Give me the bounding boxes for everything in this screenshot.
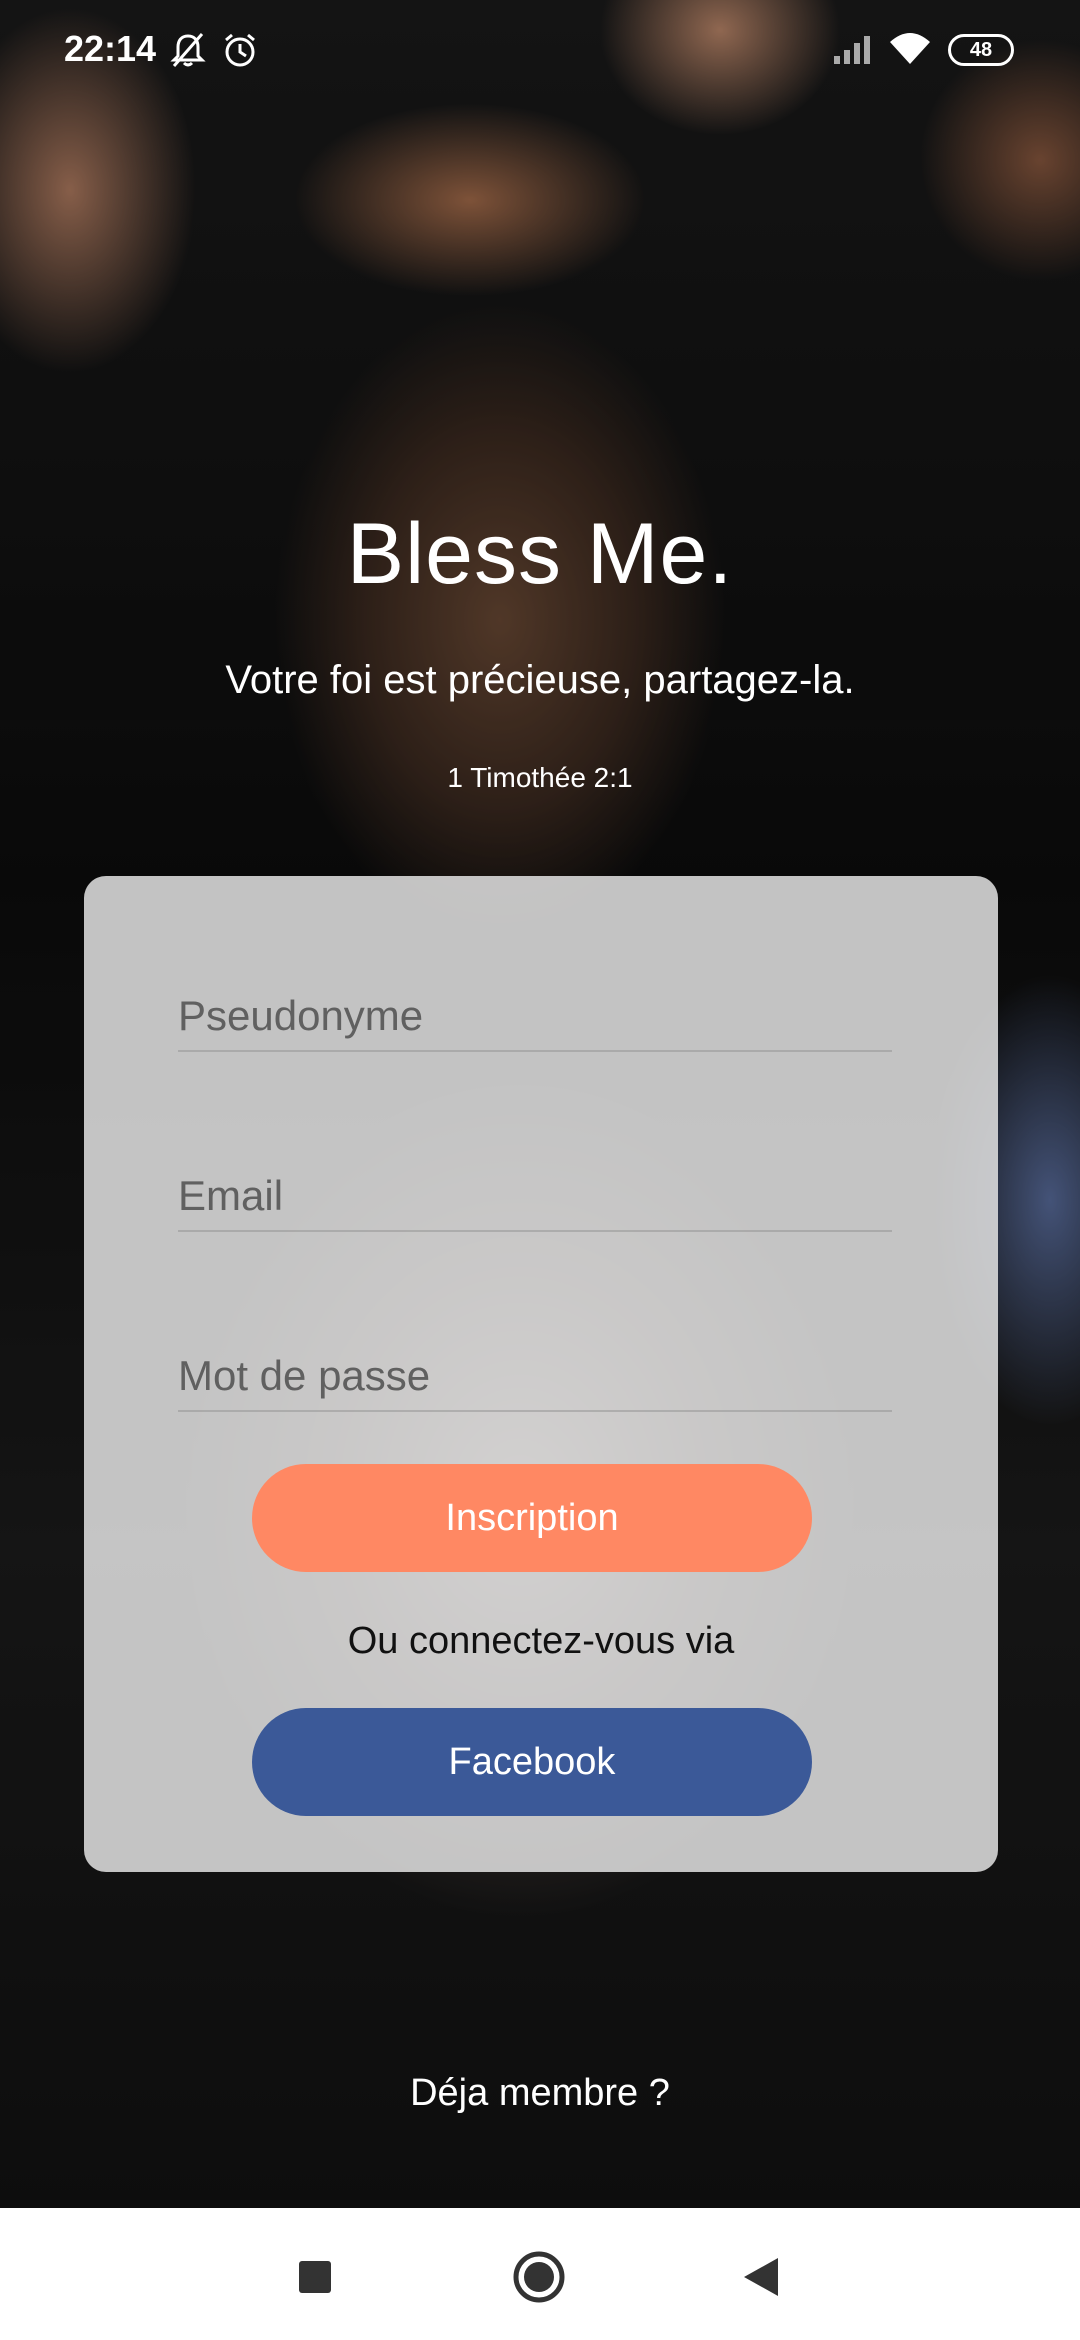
facebook-button[interactable]: Facebook — [252, 1708, 812, 1816]
email-input[interactable] — [178, 1166, 892, 1226]
status-bar: 22:14 48 — [0, 0, 1080, 100]
battery-icon: 48 — [948, 34, 1014, 66]
or-connect-text: Ou connectez-vous via — [347, 1620, 735, 1662]
navigation-bar — [0, 2208, 1080, 2340]
username-input[interactable] — [178, 986, 892, 1046]
home-circle-icon[interactable] — [512, 2250, 566, 2309]
signup-card: Inscription Ou connectez-vous via Facebo… — [84, 876, 998, 1872]
alarm-icon — [220, 30, 260, 75]
app-title: Bless Me. — [346, 506, 734, 602]
password-field — [178, 1340, 892, 1412]
recents-square-icon[interactable] — [298, 2260, 332, 2299]
signup-button[interactable]: Inscription — [252, 1464, 812, 1572]
tagline: Votre foi est précieuse, partagez-la. — [225, 658, 855, 702]
username-field — [178, 980, 892, 1052]
already-member-link[interactable]: Déja membre ? — [0, 2072, 1080, 2115]
password-input[interactable] — [178, 1346, 892, 1406]
back-triangle-icon[interactable] — [742, 2256, 780, 2303]
status-time: 22:14 — [64, 28, 157, 69]
bell-off-icon — [168, 30, 208, 75]
signal-icon — [832, 34, 876, 71]
verse-reference: 1 Timothée 2:1 — [447, 762, 633, 793]
wifi-icon — [886, 30, 934, 73]
email-field — [178, 1160, 892, 1232]
